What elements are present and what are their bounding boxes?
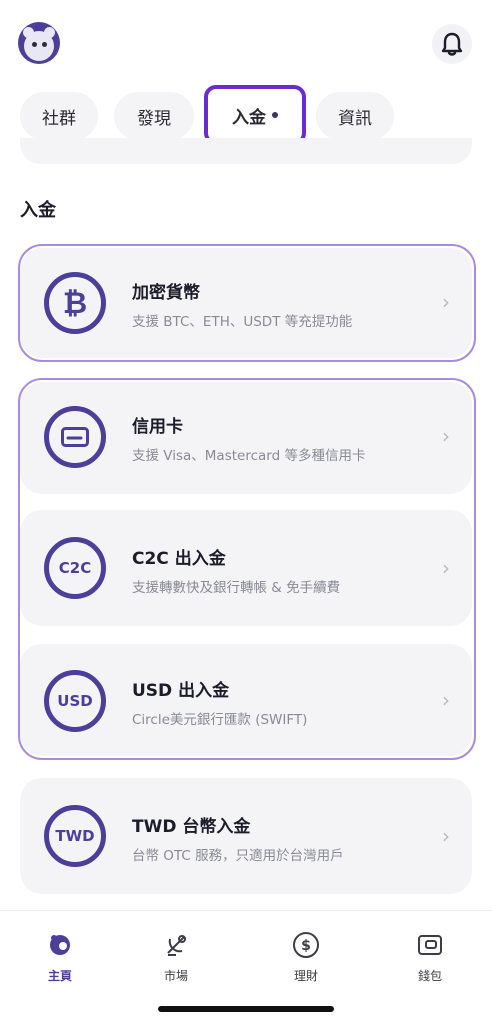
twd-icon: TWD bbox=[44, 805, 106, 867]
deposit-option-crypto[interactable]: ₿ 加密貨幣 支援 BTC、ETH、USDT 等充提功能 › bbox=[20, 248, 472, 358]
deposit-option-credit-card[interactable]: 信用卡 支援 Visa、Mastercard 等多種信用卡 › bbox=[20, 382, 472, 494]
wallet-icon bbox=[390, 929, 470, 961]
option-desc: 支援 BTC、ETH、USDT 等充提功能 bbox=[132, 314, 353, 330]
option-title: USD 出入金 bbox=[132, 681, 230, 701]
avatar[interactable] bbox=[18, 22, 60, 64]
chevron-right-icon: › bbox=[442, 424, 450, 448]
option-title: 加密貨幣 bbox=[132, 283, 200, 303]
usd-icon: USD bbox=[44, 670, 106, 732]
tab-indicator-dot bbox=[272, 112, 278, 118]
notification-button[interactable] bbox=[432, 24, 472, 64]
section-title: 入金 bbox=[20, 200, 56, 221]
bitcoin-icon: ₿ bbox=[44, 272, 106, 334]
tab-discover[interactable]: 發現 bbox=[114, 92, 194, 140]
option-title: C2C 出入金 bbox=[132, 549, 226, 569]
market-icon bbox=[136, 929, 216, 961]
nav-label: 理財 bbox=[293, 969, 318, 983]
deposit-option-usd[interactable]: USD USD 出入金 Circle美元銀行匯款 (SWIFT) › bbox=[20, 644, 472, 756]
home-indicator bbox=[158, 1006, 334, 1012]
svg-text:$: $ bbox=[301, 938, 311, 954]
nav-label: 市場 bbox=[163, 969, 188, 983]
chevron-right-icon: › bbox=[442, 290, 450, 314]
avatar-face bbox=[24, 31, 54, 61]
avatar-eye-right bbox=[42, 42, 47, 47]
tab-community[interactable]: 社群 bbox=[20, 92, 98, 140]
c2c-icon: C2C bbox=[44, 537, 106, 599]
credit-card-icon bbox=[44, 406, 106, 468]
previous-card-edge bbox=[20, 138, 472, 164]
avatar-eye-left bbox=[32, 42, 37, 47]
nav-wallet[interactable]: 錢包 bbox=[390, 929, 470, 984]
tab-news[interactable]: 資訊 bbox=[316, 92, 394, 140]
tab-label: 資訊 bbox=[338, 108, 372, 129]
bell-icon bbox=[441, 32, 463, 56]
tab-label: 社群 bbox=[42, 108, 76, 129]
nav-market[interactable]: 市場 bbox=[136, 929, 216, 984]
deposit-option-c2c[interactable]: C2C C2C 出入金 支援轉數快及銀行轉帳 & 免手續費 › bbox=[20, 510, 472, 626]
chevron-right-icon: › bbox=[442, 824, 450, 848]
tab-label: 發現 bbox=[137, 108, 171, 129]
finance-icon: $ bbox=[266, 929, 346, 961]
option-desc: Circle美元銀行匯款 (SWIFT) bbox=[132, 712, 308, 728]
nav-finance[interactable]: $ 理財 bbox=[266, 929, 346, 984]
top-tabs: 社群 發現 入金 資訊 bbox=[0, 85, 492, 145]
nav-label: 錢包 bbox=[417, 969, 442, 983]
chevron-right-icon: › bbox=[442, 688, 450, 712]
option-title: TWD 台幣入金 bbox=[132, 817, 251, 837]
option-desc: 支援轉數快及銀行轉帳 & 免手續費 bbox=[132, 580, 341, 596]
deposit-option-twd[interactable]: TWD TWD 台幣入金 台幣 OTC 服務，只適用於台灣用戶 › bbox=[20, 778, 472, 894]
chevron-right-icon: › bbox=[442, 556, 450, 580]
tab-deposit[interactable]: 入金 bbox=[204, 85, 306, 145]
home-icon bbox=[20, 929, 100, 961]
option-desc: 台幣 OTC 服務，只適用於台灣用戶 bbox=[132, 848, 344, 864]
nav-label: 主頁 bbox=[47, 969, 72, 983]
nav-home[interactable]: 主頁 bbox=[20, 929, 100, 984]
tab-label: 入金 bbox=[232, 107, 266, 128]
option-title: 信用卡 bbox=[132, 417, 183, 437]
option-desc: 支援 Visa、Mastercard 等多種信用卡 bbox=[132, 448, 366, 464]
